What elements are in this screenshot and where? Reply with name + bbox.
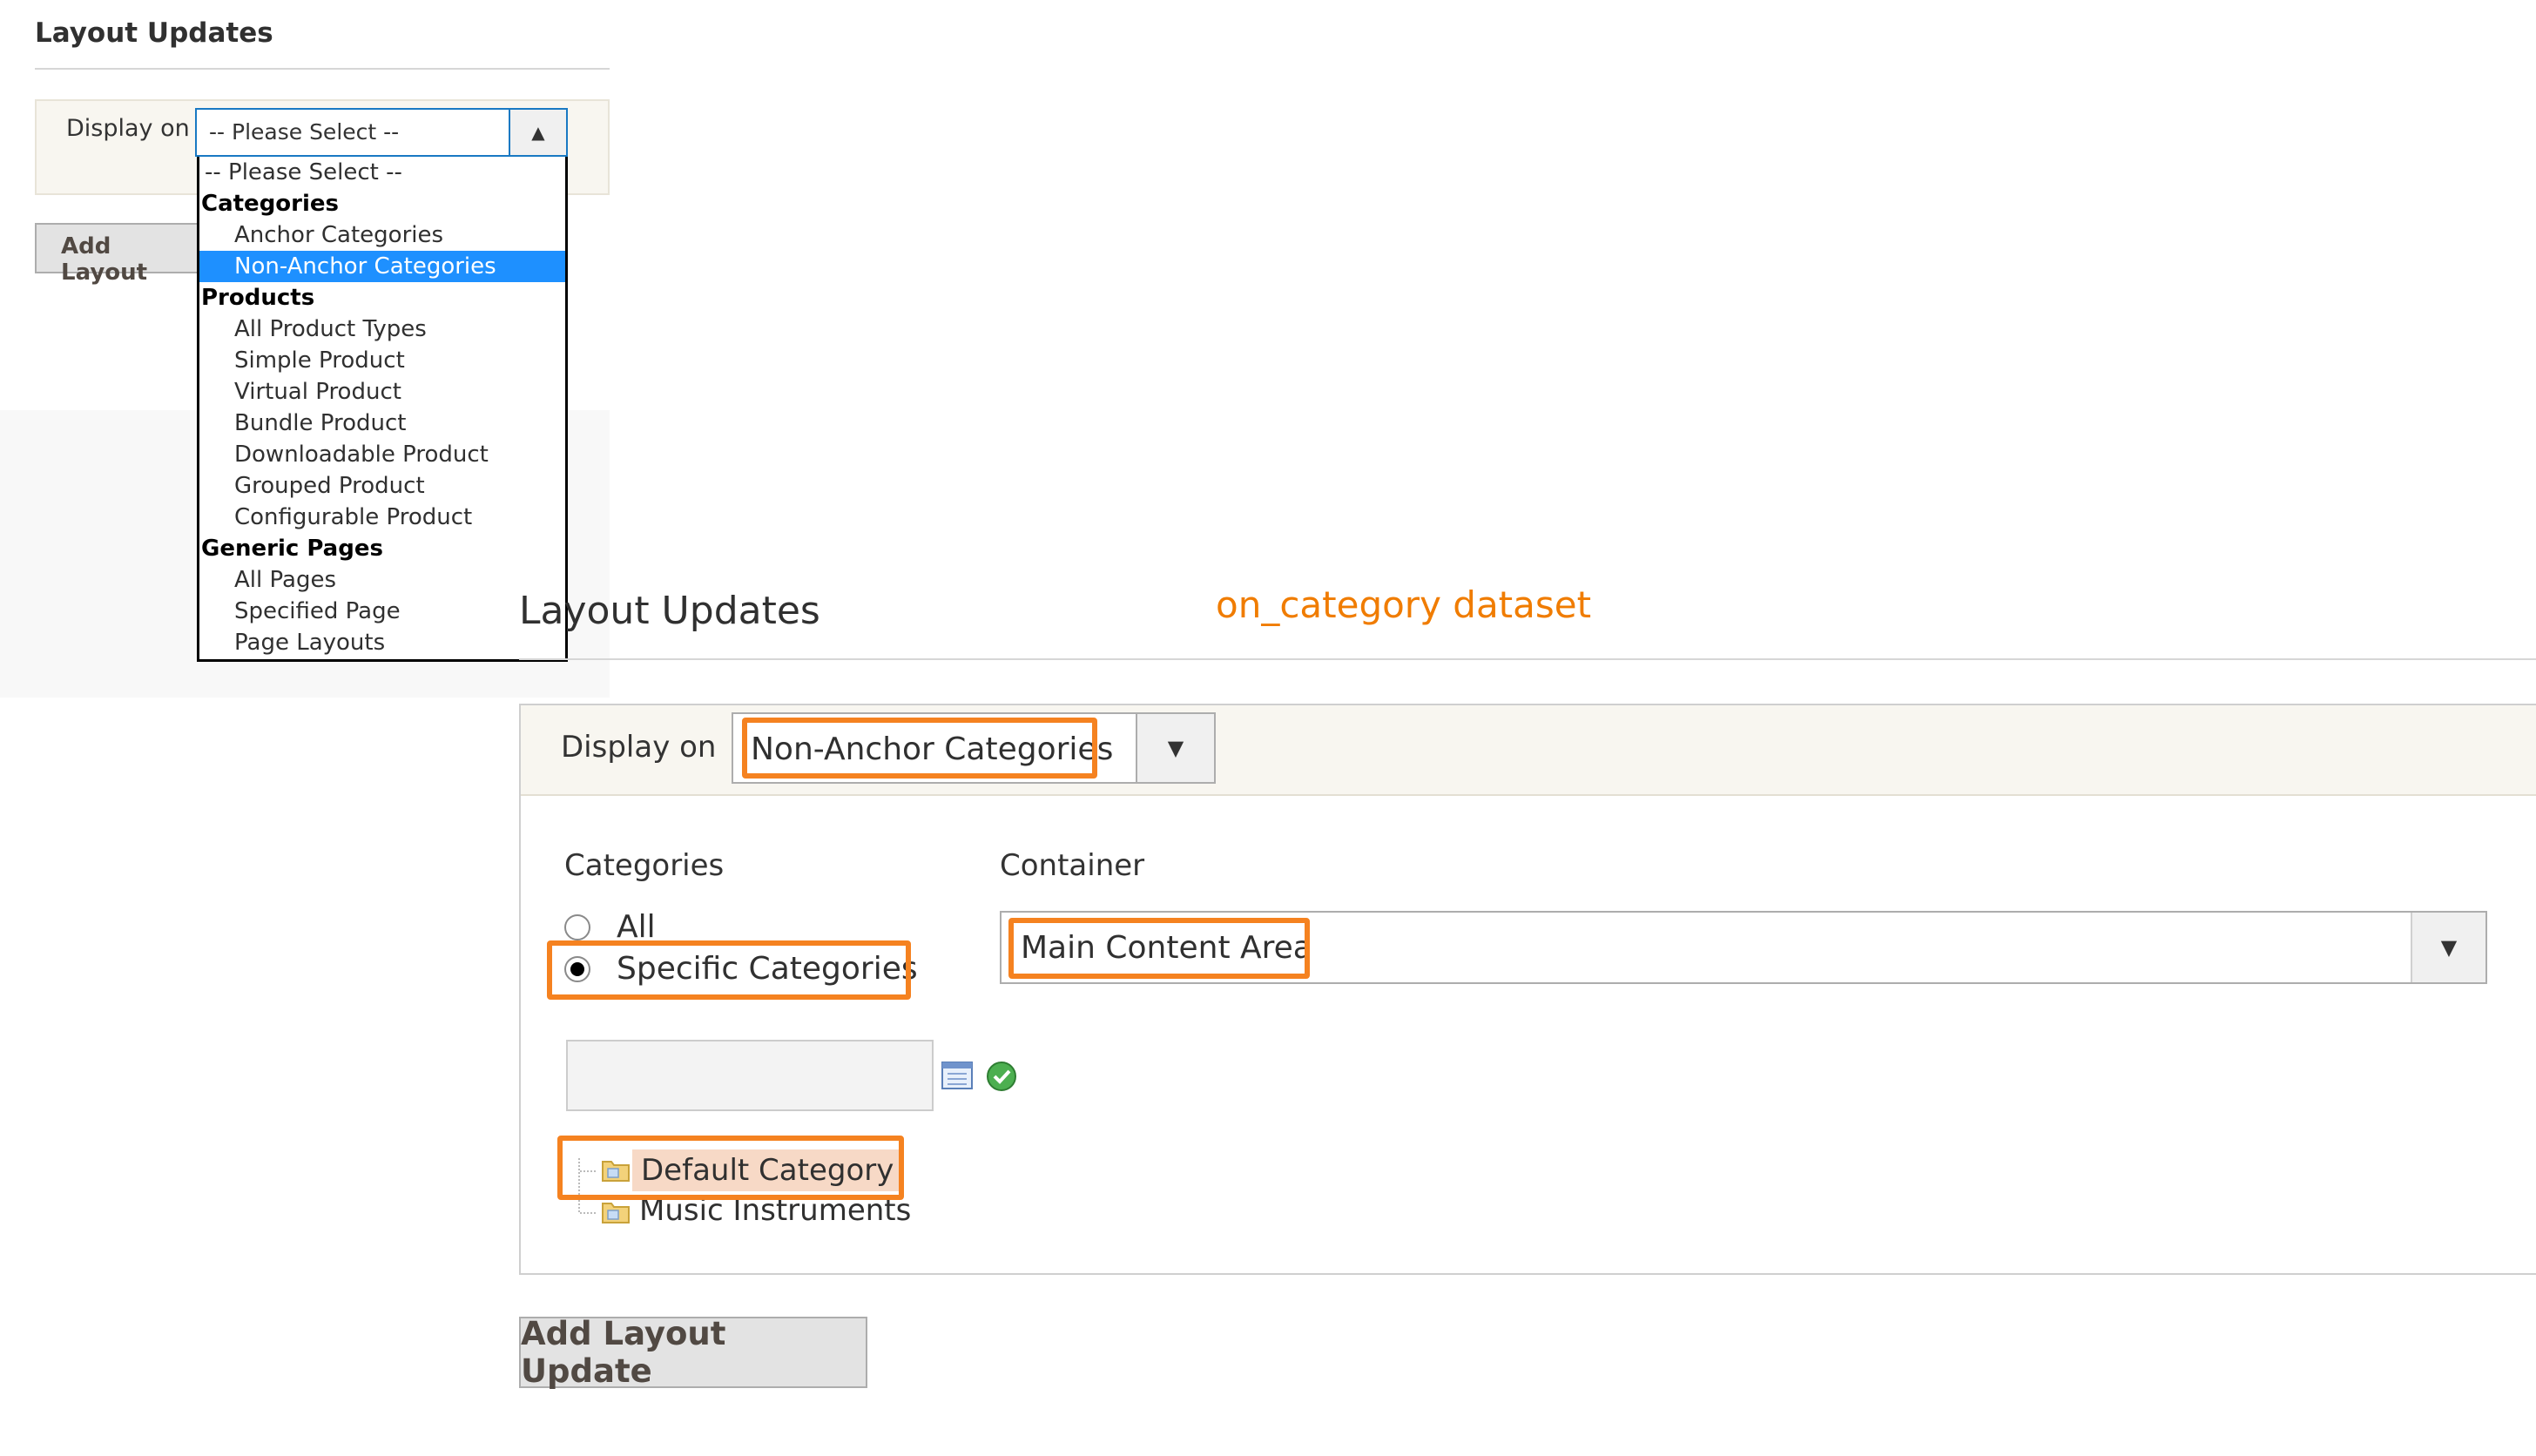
- small-select-value: -- Please Select --: [209, 119, 400, 145]
- folder-icon: [602, 1203, 630, 1223]
- dropdown-optgroup: Categories: [201, 191, 340, 217]
- dropdown-option[interactable]: Downloadable Product: [199, 439, 565, 470]
- highlight-box: [547, 940, 911, 1000]
- page-title: Layout Updates: [519, 589, 820, 633]
- radio-all-label[interactable]: All: [617, 909, 656, 945]
- category-ids-input[interactable]: [566, 1040, 934, 1111]
- display-on-dropdown-list: -- Please Select -- Categories Anchor Cate…: [197, 157, 568, 662]
- categories-label: Categories: [564, 848, 725, 883]
- dropdown-option[interactable]: Virtual Product: [199, 376, 565, 408]
- small-add-layout-button[interactable]: Add Layout: [35, 223, 200, 286]
- dropdown-option[interactable]: Bundle Product: [199, 408, 565, 439]
- small-title-divider: [35, 68, 610, 70]
- small-display-on-select[interactable]: -- Please Select -- ▲: [195, 108, 568, 157]
- dropdown-optgroup: Generic Pages: [201, 536, 383, 562]
- dropdown-option[interactable]: Non-Anchor Categories: [199, 251, 565, 282]
- highlight-box: [1008, 918, 1310, 979]
- open-chooser-icon[interactable]: [941, 1061, 974, 1090]
- title-divider: [519, 658, 2536, 660]
- chevron-up-icon[interactable]: ▲: [509, 110, 566, 155]
- chevron-down-icon[interactable]: ▼: [1136, 714, 1214, 782]
- chevron-down-icon[interactable]: ▼: [2411, 913, 2485, 982]
- container-label: Container: [1000, 848, 1145, 883]
- dropdown-option[interactable]: Grouped Product: [199, 470, 565, 502]
- dropdown-option[interactable]: -- Please Select --: [199, 157, 565, 188]
- dropdown-option[interactable]: Configurable Product: [199, 502, 565, 533]
- radio-all[interactable]: [564, 914, 590, 940]
- dataset-annotation: on_category dataset: [1216, 583, 1592, 626]
- dropdown-option[interactable]: Page Layouts: [199, 627, 565, 658]
- dropdown-option[interactable]: Simple Product: [199, 345, 565, 376]
- apply-check-icon[interactable]: [986, 1061, 1017, 1092]
- add-layout-update-button[interactable]: Add Layout Update: [519, 1315, 867, 1390]
- dropdown-optgroup: Products: [201, 285, 315, 311]
- display-on-label: Display on: [561, 730, 717, 765]
- tree-connector: [580, 1212, 596, 1214]
- dropdown-option[interactable]: Anchor Categories: [199, 219, 565, 251]
- small-section-title: Layout Updates: [35, 17, 273, 49]
- highlight-box: [557, 1136, 904, 1200]
- dropdown-option[interactable]: All Pages: [199, 564, 565, 596]
- dropdown-option[interactable]: Specified Page: [199, 596, 565, 627]
- highlight-box: [742, 718, 1097, 779]
- dropdown-option[interactable]: All Product Types: [199, 313, 565, 345]
- small-display-on-label: Display on: [66, 115, 190, 142]
